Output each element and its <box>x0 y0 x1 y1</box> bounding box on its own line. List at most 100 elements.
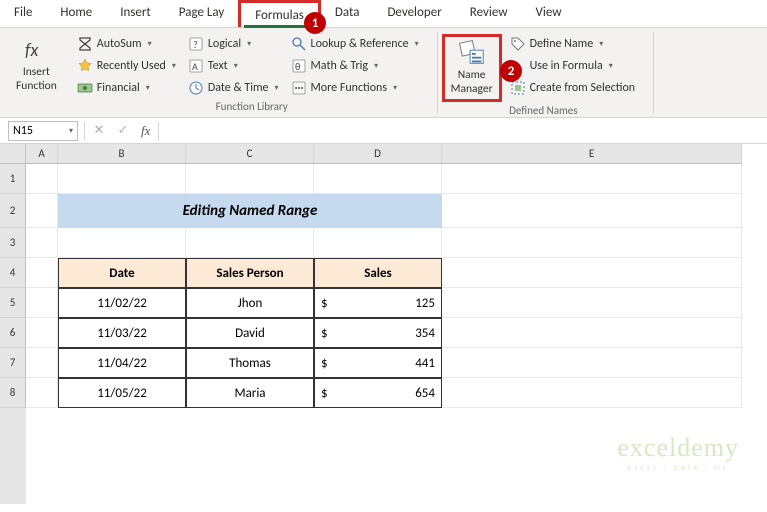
group-defined-names: Defined Names <box>442 102 645 119</box>
selection-icon <box>510 80 526 96</box>
select-all-corner[interactable] <box>0 144 26 164</box>
col-header[interactable]: A <box>26 144 58 164</box>
table-cell[interactable]: 11/03/22 <box>58 318 186 348</box>
cell[interactable] <box>26 378 58 408</box>
col-header[interactable]: E <box>442 144 742 164</box>
table-cell[interactable]: David <box>186 318 314 348</box>
row-header[interactable]: 8 <box>0 378 26 408</box>
cell[interactable] <box>186 164 314 194</box>
cell[interactable] <box>442 164 742 194</box>
ribbon-tabs: File Home Insert Page Lay Formulas Data … <box>0 0 767 28</box>
row-header[interactable]: 2 <box>0 194 26 228</box>
table-cell[interactable]: Jhon <box>186 288 314 318</box>
cell[interactable] <box>26 348 58 378</box>
lookup-reference-button[interactable]: Lookup & Reference▾ <box>289 34 421 54</box>
cell[interactable] <box>26 288 58 318</box>
math-trig-button[interactable]: θ Math & Trig▾ <box>289 56 421 76</box>
tab-review[interactable]: Review <box>456 0 522 27</box>
cell[interactable] <box>58 228 186 258</box>
tab-developer[interactable]: Developer <box>373 0 455 27</box>
cell[interactable] <box>26 228 58 258</box>
define-name-button[interactable]: Define Name▾ <box>508 34 638 54</box>
tab-insert[interactable]: Insert <box>106 0 165 27</box>
cell[interactable] <box>442 228 742 258</box>
insert-function-label: Insert Function <box>16 66 57 94</box>
cell[interactable] <box>442 378 742 408</box>
tab-pagelayout[interactable]: Page Lay <box>165 0 238 27</box>
create-from-selection-button[interactable]: Create from Selection <box>508 78 638 98</box>
logical-button[interactable]: ? Logical▾ <box>186 34 281 54</box>
name-manager-icon <box>458 39 486 67</box>
fx-icon[interactable]: fx <box>135 123 156 139</box>
sigma-icon <box>77 36 93 52</box>
table-cell[interactable]: $354 <box>314 318 442 348</box>
row-header[interactable]: 4 <box>0 258 26 288</box>
cell[interactable] <box>442 288 742 318</box>
row-header[interactable]: 1 <box>0 164 26 194</box>
financial-button[interactable]: Financial▾ <box>75 78 178 98</box>
cell[interactable] <box>26 258 58 288</box>
tag-icon <box>510 36 526 52</box>
star-icon <box>77 58 93 74</box>
table-header[interactable]: Sales <box>314 258 442 288</box>
cell[interactable] <box>26 318 58 348</box>
tab-file[interactable]: File <box>0 0 46 27</box>
fx-icon: fx <box>22 36 50 64</box>
row-header[interactable]: 6 <box>0 318 26 348</box>
tab-home[interactable]: Home <box>46 0 106 27</box>
table-cell[interactable]: Maria <box>186 378 314 408</box>
cell[interactable] <box>442 258 742 288</box>
table-cell[interactable]: 11/05/22 <box>58 378 186 408</box>
table-cell[interactable]: 11/04/22 <box>58 348 186 378</box>
cell[interactable] <box>58 164 186 194</box>
group-function-library: Function Library <box>75 98 429 115</box>
ribbon: fx Insert Function AutoSum▾ Recently Use… <box>0 28 767 118</box>
watermark: exceldemy EXCEL · DATA · ML <box>617 433 739 472</box>
cell[interactable] <box>442 194 742 228</box>
cell[interactable] <box>26 164 58 194</box>
table-cell[interactable]: Thomas <box>186 348 314 378</box>
theta-icon: θ <box>291 58 307 74</box>
table-header[interactable]: Date <box>58 258 186 288</box>
cell[interactable] <box>186 228 314 258</box>
chevron-down-icon: ▾ <box>247 39 251 49</box>
chevron-down-icon: ▾ <box>415 39 419 49</box>
datetime-button[interactable]: Date & Time▾ <box>186 78 281 98</box>
insert-function-button[interactable]: fx Insert Function <box>10 34 63 96</box>
col-header[interactable]: D <box>314 144 442 164</box>
tab-data[interactable]: Data <box>321 0 374 27</box>
row-header[interactable]: 3 <box>0 228 26 258</box>
col-header[interactable]: C <box>186 144 314 164</box>
name-box[interactable]: N15 ▾ <box>8 121 78 141</box>
name-manager-button[interactable]: Name Manager <box>442 34 502 102</box>
callout-1: 1 <box>304 12 326 34</box>
table-cell[interactable]: $441 <box>314 348 442 378</box>
table-cell[interactable]: $654 <box>314 378 442 408</box>
text-icon: A <box>188 58 204 74</box>
tab-view[interactable]: View <box>522 0 576 27</box>
more-functions-button[interactable]: More Functions▾ <box>289 78 421 98</box>
formula-bar: N15 ▾ ✕ ✓ fx <box>0 118 767 144</box>
cell[interactable] <box>314 228 442 258</box>
row-header[interactable]: 5 <box>0 288 26 318</box>
cell[interactable] <box>314 164 442 194</box>
cell[interactable] <box>26 194 58 228</box>
cancel-button[interactable]: ✕ <box>87 123 111 138</box>
table-cell[interactable]: $125 <box>314 288 442 318</box>
svg-text:?: ? <box>193 38 198 51</box>
autosum-button[interactable]: AutoSum▾ <box>75 34 178 54</box>
cell[interactable] <box>442 348 742 378</box>
use-in-formula-button[interactable]: fx Use in Formula▾ <box>508 56 638 76</box>
table-cell[interactable]: 11/02/22 <box>58 288 186 318</box>
chevron-down-icon: ▾ <box>172 61 176 71</box>
chevron-down-icon[interactable]: ▾ <box>69 126 73 136</box>
cell[interactable] <box>442 318 742 348</box>
table-header[interactable]: Sales Person <box>186 258 314 288</box>
sheet-title[interactable]: Editing Named Range <box>58 194 442 228</box>
chevron-down-icon: ▾ <box>609 61 613 71</box>
enter-button[interactable]: ✓ <box>111 123 135 138</box>
text-button[interactable]: A Text▾ <box>186 56 281 76</box>
row-header[interactable]: 7 <box>0 348 26 378</box>
col-header[interactable]: B <box>58 144 186 164</box>
recently-used-button[interactable]: Recently Used▾ <box>75 56 178 76</box>
